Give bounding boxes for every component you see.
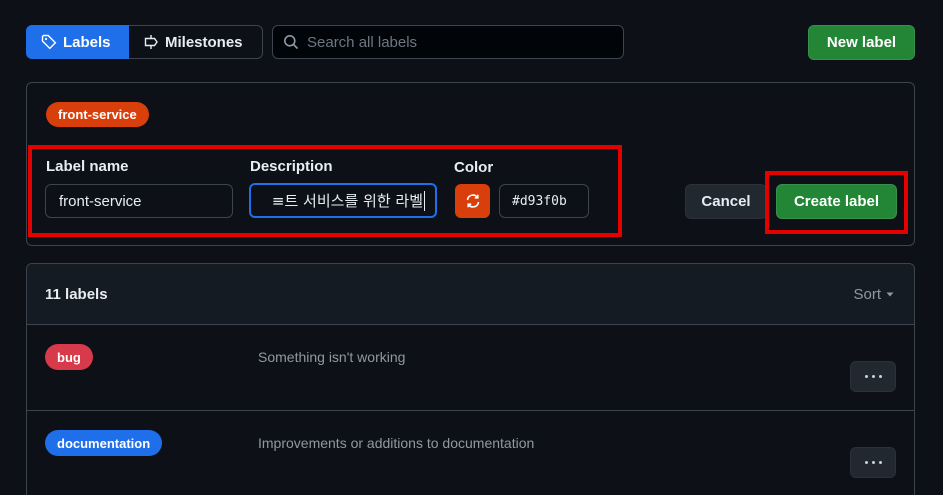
new-label-button[interactable]: New label: [808, 25, 915, 60]
label-description: Improvements or additions to documentati…: [258, 435, 535, 451]
description-label: Description: [250, 158, 333, 175]
caret-down-icon: [886, 292, 894, 297]
tab-labels[interactable]: Labels: [26, 25, 129, 59]
label-name-label: Label name: [46, 158, 129, 175]
kebab-dot: [878, 461, 882, 464]
text-cursor: [424, 190, 425, 211]
search-input[interactable]: [307, 33, 607, 51]
description-input[interactable]: ≡트 서비스를 위한 라벨: [249, 183, 437, 218]
row-actions-button[interactable]: [850, 361, 896, 392]
randomize-color-button[interactable]: [455, 184, 490, 218]
kebab-horizontal-icon: [864, 461, 868, 464]
search-icon: [284, 35, 299, 50]
color-label: Color: [454, 159, 494, 176]
description-value: ≡트 서비스를 위한 라벨: [271, 192, 423, 210]
labels-count: 11 labels: [45, 285, 108, 303]
tab-labels-label: Labels: [63, 33, 111, 51]
sort-label: Sort: [853, 285, 881, 303]
label-description: Something isn't working: [258, 349, 406, 365]
label-name-input[interactable]: [45, 184, 233, 218]
kebab-dot: [871, 461, 875, 464]
kebab-horizontal-icon: [864, 375, 868, 378]
label-pill-documentation[interactable]: documentation: [45, 430, 163, 456]
labels-list-header: 11 labels Sort: [27, 264, 914, 325]
labels-milestones-switcher: Labels Milestones: [26, 25, 263, 59]
kebab-dot: [878, 375, 882, 378]
new-label-form: front-service Label name Description ≡트 …: [26, 82, 915, 246]
tag-icon: [41, 34, 57, 50]
color-hex-input[interactable]: [499, 184, 589, 218]
kebab-dot: [871, 375, 875, 378]
row-actions-button[interactable]: [850, 447, 896, 478]
milestone-icon: [144, 35, 158, 49]
sort-dropdown[interactable]: Sort: [853, 286, 895, 303]
label-pill-bug[interactable]: bug: [45, 344, 93, 370]
label-preview: front-service: [46, 102, 149, 127]
search-box: [272, 25, 624, 59]
create-label-button[interactable]: Create label: [776, 184, 897, 219]
label-row: documentation Improvements or additions …: [27, 411, 914, 495]
cancel-button[interactable]: Cancel: [685, 184, 767, 219]
labels-list: 11 labels Sort bug Something isn't worki…: [26, 263, 915, 495]
tab-milestones[interactable]: Milestones: [129, 25, 263, 59]
label-row: bug Something isn't working: [27, 325, 914, 411]
sync-icon: [466, 194, 479, 208]
tab-milestones-label: Milestones: [165, 33, 243, 51]
